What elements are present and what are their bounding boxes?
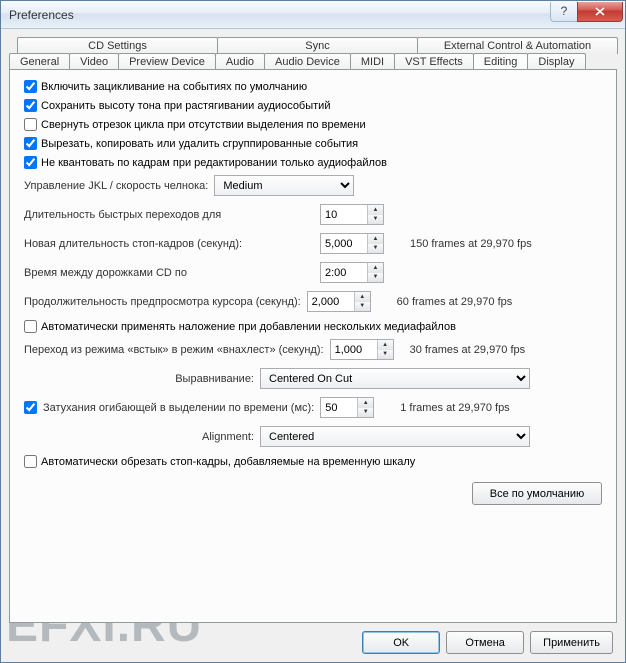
check-cut-copy-delete[interactable] <box>24 137 37 150</box>
titlebar: Preferences ? <box>1 1 625 29</box>
label-cut-copy-delete: Вырезать, копировать или удалить сгруппи… <box>41 138 358 150</box>
check-auto-trim-stills[interactable] <box>24 455 37 468</box>
close-button[interactable] <box>577 2 623 22</box>
tab-display[interactable]: Display <box>527 53 585 70</box>
tab-panel-editing: Включить зацикливание на событиях по умо… <box>9 69 617 623</box>
tab-sync[interactable]: Sync <box>217 37 418 54</box>
check-no-quantize[interactable] <box>24 156 37 169</box>
spin-up-icon[interactable]: ▲ <box>368 205 383 215</box>
label-auto-trim-stills: Автоматически обрезать стоп-кадры, добав… <box>41 456 415 468</box>
tabs-container: CD Settings Sync External Control & Auto… <box>9 37 617 623</box>
label-collapse-loop: Свернуть отрезок цикла при отсутствии вы… <box>41 119 366 131</box>
help-button[interactable]: ? <box>550 2 578 22</box>
label-cut-to-overlap: Переход из режима «встык» в режим «внахл… <box>24 344 324 356</box>
tab-external-control[interactable]: External Control & Automation <box>417 37 618 54</box>
dialog-buttons: OK Отмена Применить <box>9 623 617 654</box>
label-no-quantize: Не квантовать по кадрам при редактирован… <box>41 157 387 169</box>
check-preserve-pitch[interactable] <box>24 99 37 112</box>
input-cut-to-overlap[interactable]: ▲▼ <box>330 339 394 360</box>
spin-down-icon[interactable]: ▼ <box>368 215 383 225</box>
label-still-length: Новая длительность стоп-кадров (секунд): <box>24 238 314 250</box>
check-auto-overlap[interactable] <box>24 320 37 333</box>
label-enable-looping: Включить зацикливание на событиях по умо… <box>41 81 307 93</box>
tab-audio-device[interactable]: Audio Device <box>264 53 351 70</box>
hint-still: 150 frames at 29,970 fps <box>410 238 532 250</box>
label-alignment-1: Выравнивание: <box>24 373 254 385</box>
tab-vst-effects[interactable]: VST Effects <box>394 53 474 70</box>
label-auto-overlap: Автоматически применять наложение при до… <box>41 321 456 333</box>
check-envelope-fade[interactable] <box>24 401 37 414</box>
defaults-button[interactable]: Все по умолчанию <box>472 482 602 505</box>
label-envelope-fade: Затухания огибающей в выделении по време… <box>43 402 314 414</box>
close-icon <box>595 7 605 16</box>
select-alignment-2[interactable]: Centered <box>260 426 530 447</box>
label-quickfade: Длительность быстрых переходов для <box>24 209 314 221</box>
window-controls: ? <box>551 2 623 22</box>
tab-cd-settings[interactable]: CD Settings <box>17 37 218 54</box>
hint-cursor: 60 frames at 29,970 fps <box>397 296 513 308</box>
hint-cutto: 30 frames at 29,970 fps <box>410 344 526 356</box>
content-area: CD Settings Sync External Control & Auto… <box>1 29 625 662</box>
ok-button[interactable]: OK <box>362 631 440 654</box>
label-preserve-pitch: Сохранить высоту тона при растягивании а… <box>41 100 330 112</box>
tab-video[interactable]: Video <box>69 53 119 70</box>
tab-audio[interactable]: Audio <box>215 53 265 70</box>
check-collapse-loop[interactable] <box>24 118 37 131</box>
apply-button[interactable]: Применить <box>530 631 613 654</box>
input-cd-time[interactable]: ▲▼ <box>320 262 384 283</box>
select-jkl-speed[interactable]: Medium <box>214 175 354 196</box>
select-alignment-1[interactable]: Centered On Cut <box>260 368 530 389</box>
tab-preview-device[interactable]: Preview Device <box>118 53 216 70</box>
tab-row-2: General Video Preview Device Audio Audio… <box>9 53 617 70</box>
input-quickfade[interactable]: ▲▼ <box>320 204 384 225</box>
input-cursor-preview[interactable]: ▲▼ <box>307 291 371 312</box>
tab-midi[interactable]: MIDI <box>350 53 395 70</box>
window-title: Preferences <box>9 8 551 22</box>
label-alignment-2: Alignment: <box>24 431 254 443</box>
input-envelope-fade[interactable]: ▲▼ <box>320 397 374 418</box>
tab-row-1: CD Settings Sync External Control & Auto… <box>17 37 617 54</box>
input-still-length[interactable]: ▲▼ <box>320 233 384 254</box>
label-cursor-preview: Продолжительность предпросмотра курсора … <box>24 296 301 308</box>
check-enable-looping[interactable] <box>24 80 37 93</box>
label-cd-time: Время между дорожками CD по <box>24 267 314 279</box>
label-jkl: Управление JKL / скорость челнока: <box>24 180 208 192</box>
cancel-button[interactable]: Отмена <box>446 631 524 654</box>
tab-general[interactable]: General <box>9 53 70 70</box>
hint-fade: 1 frames at 29,970 fps <box>400 402 509 414</box>
tab-editing[interactable]: Editing <box>473 53 529 70</box>
preferences-window: Preferences ? CD Settings Sync External … <box>0 0 626 663</box>
